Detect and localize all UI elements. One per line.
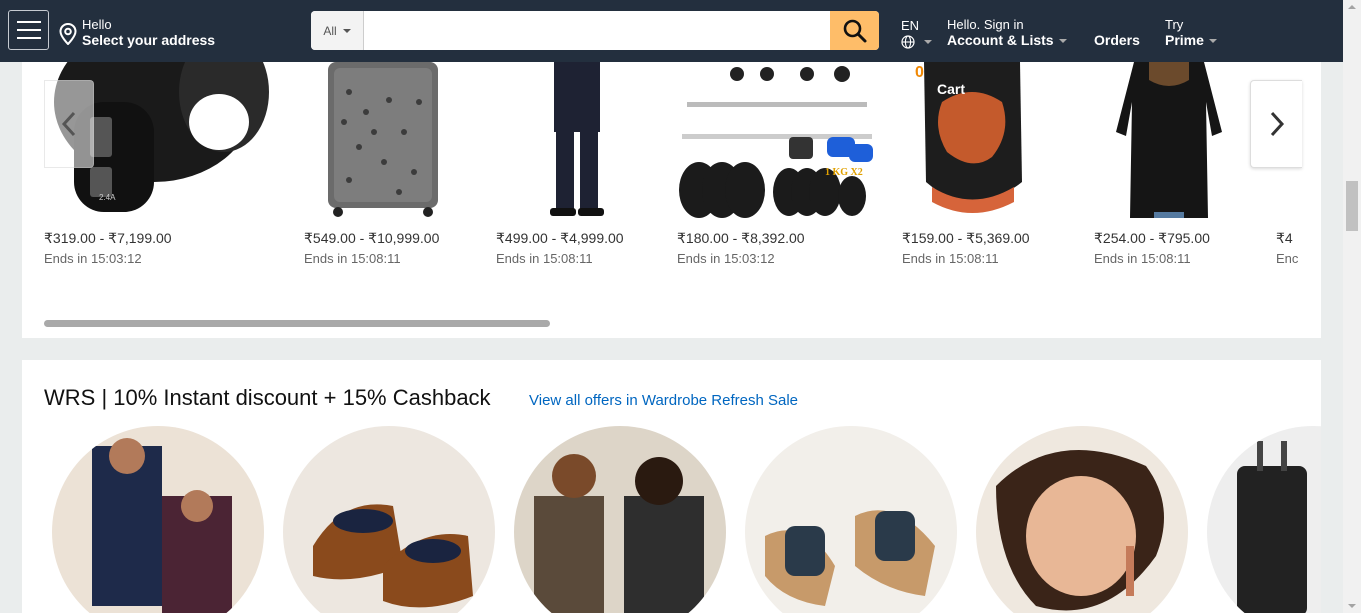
- deal-price: ₹159.00 - ₹5,369.00: [902, 230, 1030, 246]
- deal-price: ₹549.00 - ₹10,999.00: [304, 230, 440, 246]
- carousel-scrollbar[interactable]: [44, 320, 550, 327]
- account-lists-menu[interactable]: Hello. Sign in Account & Lists: [947, 17, 1067, 49]
- account-lists-label: Account & Lists: [947, 32, 1054, 48]
- search-category-dropdown[interactable]: All: [311, 11, 364, 50]
- category-circle[interactable]: [976, 426, 1188, 613]
- caret-down-icon: [924, 40, 932, 44]
- deals-carousel-card: 2.4A ₹319.00 - ₹7,199.00 Ends in 15:03:1…: [22, 62, 1321, 338]
- search-icon: [843, 19, 866, 42]
- deal-timer: Ends in 15:03:12: [44, 251, 142, 266]
- chevron-right-icon: [1270, 111, 1284, 137]
- menu-icon-line: [16, 37, 41, 39]
- search-bar: All: [311, 11, 879, 50]
- chevron-left-icon: [61, 111, 76, 137]
- svg-text:2.4A: 2.4A: [99, 193, 116, 202]
- globe-icon: [901, 35, 915, 49]
- deal-image: [496, 62, 656, 218]
- language-label: EN: [901, 18, 920, 33]
- category-circle[interactable]: [283, 426, 495, 613]
- caret-down-icon: [1058, 39, 1067, 44]
- carousel-next-button[interactable]: [1250, 80, 1302, 168]
- carousel-prev-button[interactable]: [44, 80, 94, 168]
- deal-timer: Ends in 15:08:11: [304, 251, 401, 266]
- deal-image: 1 KG X2: [677, 62, 882, 218]
- wrs-offer-card: WRS | 10% Instant discount + 15% Cashbac…: [22, 360, 1321, 613]
- page-scrollbar[interactable]: [1343, 0, 1361, 613]
- cart-count[interactable]: 0: [915, 64, 924, 82]
- select-address-label: Select your address: [82, 32, 216, 48]
- cart-link[interactable]: Cart: [937, 81, 965, 97]
- deal-price: ₹254.00 - ₹795.00: [1094, 230, 1210, 246]
- location-pin-icon: [59, 23, 77, 45]
- deal-price: ₹499.00 - ₹4,999.00: [496, 230, 624, 246]
- deal-item[interactable]: 1 KG X2 ₹180.00 - ₹8,392.00 Ends in 15:0…: [677, 62, 882, 266]
- search-category-label: All: [323, 23, 337, 38]
- scroll-up-arrow-icon[interactable]: [1348, 5, 1356, 9]
- deal-timer: Enc: [1276, 251, 1299, 266]
- caret-down-icon: [1208, 39, 1217, 44]
- deal-timer: Ends in 15:08:11: [1094, 251, 1191, 266]
- menu-icon-line: [16, 29, 41, 31]
- deal-timer: Ends in 15:03:12: [677, 251, 775, 266]
- language-selector[interactable]: EN: [901, 18, 932, 49]
- orders-link[interactable]: Orders: [1094, 32, 1140, 49]
- try-label: Try: [1165, 17, 1184, 32]
- deal-price: ₹4: [1276, 230, 1293, 246]
- category-circle[interactable]: [52, 426, 264, 613]
- category-circle[interactable]: [1207, 426, 1321, 613]
- section-title: WRS | 10% Instant discount + 15% Cashbac…: [44, 385, 491, 410]
- caret-down-icon: [342, 28, 351, 33]
- scrollbar-thumb[interactable]: [1346, 181, 1358, 231]
- deal-item[interactable]: ₹159.00 - ₹5,369.00 Ends in 15:08:11: [902, 62, 1062, 266]
- svg-text:1 KG X2: 1 KG X2: [825, 167, 863, 178]
- view-all-offers-link[interactable]: View all offers in Wardrobe Refresh Sale: [529, 392, 798, 409]
- deal-item[interactable]: ₹254.00 - ₹795.00 Ends in 15:08:11: [1094, 62, 1254, 266]
- hamburger-menu-button[interactable]: [8, 10, 49, 50]
- deal-image: [1094, 62, 1254, 218]
- select-address-link[interactable]: Hello Select your address: [58, 17, 215, 49]
- deal-image: [902, 62, 1062, 218]
- search-button[interactable]: [830, 11, 879, 50]
- deal-item[interactable]: ₹499.00 - ₹4,999.00 Ends in 15:08:11: [496, 62, 656, 266]
- deal-timer: Ends in 15:08:11: [496, 251, 593, 266]
- hello-label: Hello: [82, 17, 112, 32]
- deal-image: [304, 62, 464, 218]
- scroll-down-arrow-icon[interactable]: [1348, 604, 1356, 608]
- deal-timer: Ends in 15:08:11: [902, 251, 999, 266]
- deal-price: ₹319.00 - ₹7,199.00: [44, 230, 172, 246]
- top-nav-bar: Hello Select your address All EN Hello. …: [0, 0, 1343, 62]
- prime-label: Prime: [1165, 32, 1204, 48]
- category-circle[interactable]: [745, 426, 957, 613]
- sign-in-label: Hello. Sign in: [947, 17, 1024, 32]
- search-input[interactable]: [364, 11, 830, 50]
- try-prime-menu[interactable]: Try Prime: [1165, 17, 1217, 49]
- deal-item[interactable]: ₹549.00 - ₹10,999.00 Ends in 15:08:11: [304, 62, 464, 266]
- menu-icon-line: [16, 21, 41, 23]
- category-circle[interactable]: [514, 426, 726, 613]
- deal-price: ₹180.00 - ₹8,392.00: [677, 230, 805, 246]
